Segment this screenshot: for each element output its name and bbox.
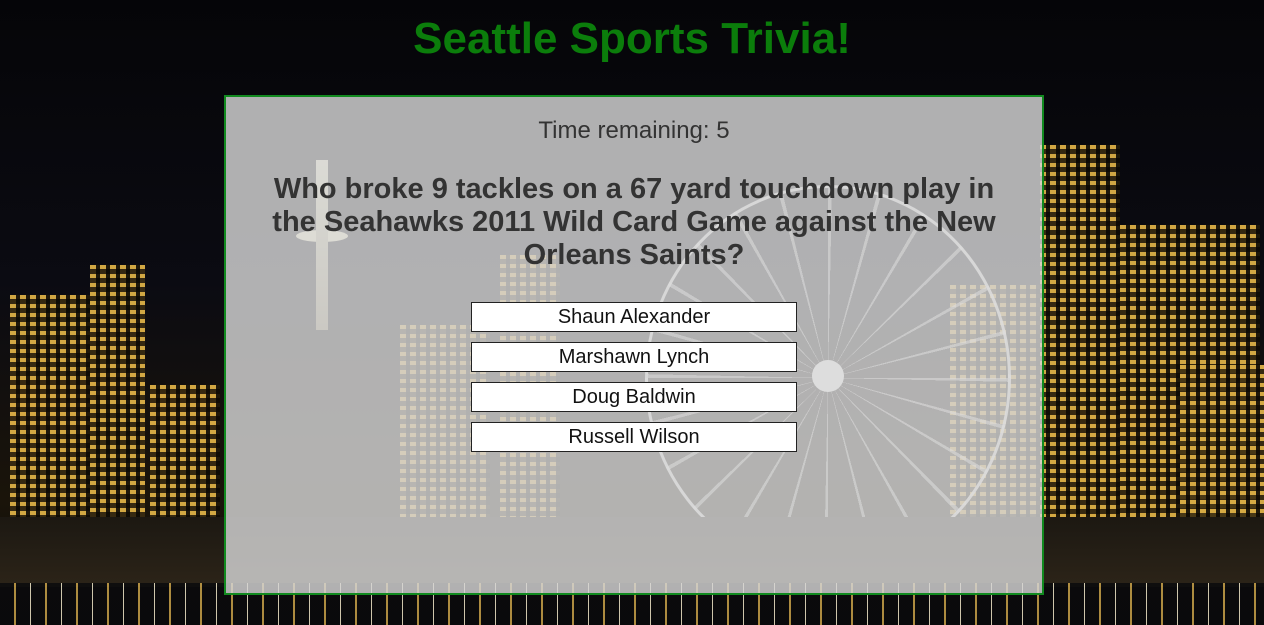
answer-list: Shaun Alexander Marshawn Lynch Doug Bald… [471, 302, 797, 462]
quiz-panel: Time remaining: 5 Who broke 9 tackles on… [224, 95, 1044, 595]
page-title: Seattle Sports Trivia! [413, 14, 851, 63]
answer-button[interactable]: Doug Baldwin [471, 382, 797, 412]
answer-button[interactable]: Shaun Alexander [471, 302, 797, 332]
answer-button[interactable]: Marshawn Lynch [471, 342, 797, 372]
answer-button[interactable]: Russell Wilson [471, 422, 797, 452]
time-remaining: Time remaining: 5 [538, 117, 730, 144]
question-text: Who broke 9 tackles on a 67 yard touchdo… [272, 173, 996, 271]
